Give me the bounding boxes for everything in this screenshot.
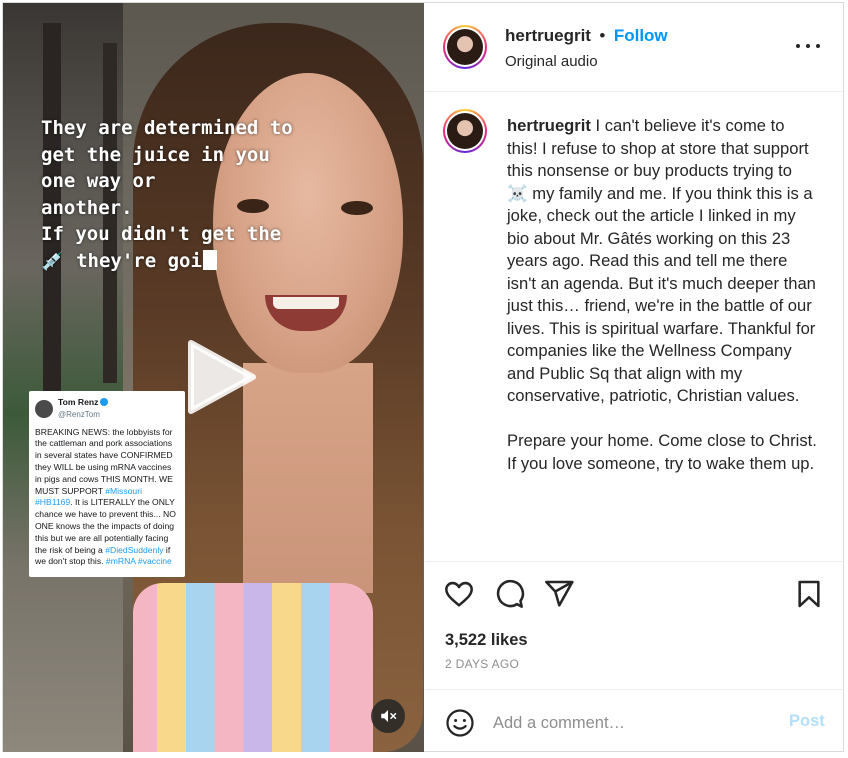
caption-text: Prepare your home. Come close to Christ.… — [507, 431, 817, 473]
original-audio-link[interactable]: Original audio — [505, 53, 598, 70]
caption-author-avatar[interactable] — [443, 109, 487, 153]
tweet-text: BREAKING NEWS: the lobbyists for the cat… — [35, 426, 173, 496]
save-button[interactable] — [793, 578, 825, 610]
tweet-header: Tom Renz @RenzTom — [35, 397, 179, 421]
emoji-button[interactable] — [445, 708, 475, 738]
overlay-line: If you didn't get the — [41, 223, 282, 245]
video-text-overlay: They are determined to get the juice in y… — [41, 115, 381, 274]
avatar-photo — [447, 113, 483, 149]
header-separator: • — [599, 26, 606, 45]
tweet-avatar — [35, 399, 53, 418]
more-options-button[interactable] — [795, 39, 821, 53]
post-header: hertruegrit • Follow Original audio — [425, 3, 843, 92]
text-cursor-block — [202, 249, 217, 270]
heart-icon — [445, 581, 473, 607]
overlay-line-text: 💉 they're goi — [41, 249, 202, 272]
play-icon — [188, 340, 256, 414]
embedded-tweet-screenshot: Tom Renz @RenzTom BREAKING NEWS: the lob… — [29, 391, 185, 577]
avatar-photo — [447, 29, 483, 65]
header-user-line: hertruegrit • Follow — [505, 26, 668, 46]
header-username[interactable]: hertruegrit — [505, 26, 591, 45]
play-button[interactable] — [181, 337, 261, 417]
comment-input[interactable] — [493, 710, 763, 736]
more-dot-icon — [796, 44, 800, 48]
like-button[interactable] — [443, 578, 475, 610]
more-dot-icon — [816, 44, 820, 48]
tweet-author-name: Tom Renz — [58, 397, 99, 407]
overlay-line: They are determined to — [41, 117, 293, 139]
video-player[interactable]: They are determined to get the juice in y… — [3, 3, 424, 752]
bookmark-icon — [798, 580, 820, 608]
likes-count[interactable]: 3,522 likes — [445, 631, 528, 650]
comment-button[interactable] — [493, 578, 525, 610]
tweet-author: Tom Renz @RenzTom — [58, 397, 109, 421]
tweet-author-handle: @RenzTom — [58, 409, 100, 419]
video-person-teeth — [273, 297, 339, 309]
tweet-hashtag: #DiedSuddenly — [105, 544, 164, 555]
more-dot-icon — [806, 44, 810, 48]
caption-text: I can't believe it's come to this! I ref… — [507, 116, 816, 405]
share-button[interactable] — [543, 578, 575, 610]
tweet-body: BREAKING NEWS: the lobbyists for the cat… — [35, 427, 179, 569]
post-details-panel: hertruegrit • Follow Original audio hert… — [425, 3, 843, 752]
emoji-icon — [446, 709, 474, 737]
speaker-muted-icon — [381, 710, 397, 722]
tweet-hashtag: #mRNA #vaccine — [105, 556, 172, 567]
comment-icon — [496, 579, 525, 608]
post-caption: hertruegrit I can't believe it's come to… — [507, 115, 817, 475]
video-person-dress — [133, 583, 373, 752]
author-avatar[interactable] — [443, 25, 487, 69]
caption-username[interactable]: hertruegrit — [507, 116, 591, 135]
overlay-line: get the juice in you — [41, 143, 270, 166]
video-person-neck — [243, 363, 373, 593]
post-actions: 3,522 likes 2 DAYS AGO — [425, 561, 843, 690]
comment-bar: Post — [425, 689, 843, 753]
verified-badge-icon — [100, 398, 109, 406]
send-icon — [545, 580, 574, 607]
overlay-line: another. — [41, 196, 133, 219]
follow-button[interactable]: Follow — [614, 26, 668, 45]
overlay-line: 💉 they're goi — [41, 248, 381, 275]
mute-button[interactable] — [371, 699, 405, 733]
post-timestamp[interactable]: 2 DAYS AGO — [445, 657, 519, 671]
post-comment-button[interactable]: Post — [789, 712, 825, 731]
overlay-line: one way or — [41, 170, 156, 192]
